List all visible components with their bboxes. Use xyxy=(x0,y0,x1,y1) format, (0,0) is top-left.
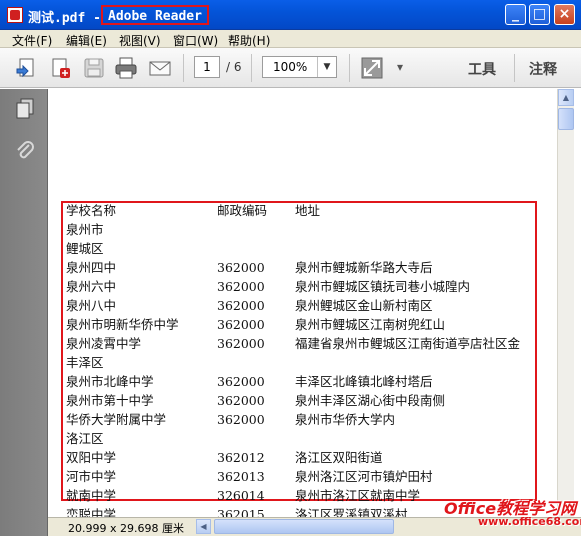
menu-bar: 文件(F) 编辑(E) 视图(V) 窗口(W) 帮助(H) xyxy=(0,30,581,48)
save-icon[interactable] xyxy=(82,56,106,80)
table-cell-address: 丰泽区北峰镇北峰村塔后 xyxy=(295,374,433,389)
menu-file[interactable]: 文件(F) xyxy=(12,32,52,49)
table-cell-school: 泉州六中 xyxy=(66,279,117,294)
table-cell-address: 泉州鲤城区金山新村南区 xyxy=(295,298,433,313)
table-cell-school: 泉州市 xyxy=(66,222,104,237)
table-cell-address: 福建省泉州市鲤城区江南街道亭店社区金 xyxy=(295,336,521,351)
page-size-readout: 20.999 x 29.698 厘米 xyxy=(68,522,184,535)
open-file-icon[interactable] xyxy=(15,56,39,80)
table-cell-postcode: 362000 xyxy=(217,279,265,294)
table-cell-postcode: 326014 xyxy=(217,488,265,503)
tools-button[interactable]: 工具 xyxy=(468,59,496,79)
table-cell-school: 华侨大学附属中学 xyxy=(66,412,167,427)
menu-view[interactable]: 视图(V) xyxy=(119,32,161,49)
toolbar-separator xyxy=(251,54,252,82)
table-header-postcode: 邮政编码 xyxy=(217,203,268,218)
toolbar-separator xyxy=(349,54,350,82)
table-cell-school: 泉州市第十中学 xyxy=(66,393,154,408)
menu-window[interactable]: 窗口(W) xyxy=(173,32,218,49)
table-cell-postcode: 362012 xyxy=(217,450,265,465)
toolbar-separator xyxy=(183,54,184,82)
table-cell-school: 泉州四中 xyxy=(66,260,117,275)
table-cell-postcode: 362013 xyxy=(217,469,265,484)
table-cell-school: 河市中学 xyxy=(66,469,117,484)
table-cell-school: 泉州市明新华侨中学 xyxy=(66,317,179,332)
table-cell-school: 鲤城区 xyxy=(66,241,104,256)
scroll-up-button[interactable]: ▲ xyxy=(558,89,574,106)
table-cell-postcode: 362000 xyxy=(217,336,265,351)
window-title-file: 测试.pdf - xyxy=(28,11,109,26)
table-cell-postcode: 362015 xyxy=(217,507,265,517)
table-cell-postcode: 362000 xyxy=(217,260,265,275)
scroll-left-button[interactable]: ◀ xyxy=(196,519,211,534)
pages-panel-icon[interactable] xyxy=(14,97,36,119)
table-cell-postcode: 362000 xyxy=(217,374,265,389)
comment-button[interactable]: 注释 xyxy=(529,59,557,79)
toolbar-separator xyxy=(514,54,515,82)
page-total: / 6 xyxy=(226,60,242,74)
table-cell-school: 泉州凌霄中学 xyxy=(66,336,142,351)
minimize-button[interactable]: _ xyxy=(505,4,526,25)
horizontal-scroll-thumb[interactable] xyxy=(214,519,394,534)
document-page: 学校名称 邮政编码 地址泉州市鲤城区泉州四中 362000 泉州市鲤城新华路大寺后泉州六… xyxy=(48,89,557,517)
table-cell-address: 泉州市华侨大学内 xyxy=(295,412,396,427)
table-cell-school: 丰泽区 xyxy=(66,355,104,370)
email-icon[interactable] xyxy=(148,56,172,80)
maximize-button[interactable]: □ xyxy=(529,4,550,25)
table-header-school: 学校名称 xyxy=(66,203,117,218)
zoom-dropdown-arrow[interactable]: ▼ xyxy=(317,57,336,77)
title-bar: 测试.pdf - Adobe Reader _ □ × xyxy=(0,0,581,30)
site-watermark: Office教程学习网 www.office68.com xyxy=(438,495,581,536)
table-cell-address: 洛江区罗溪镇双溪村 xyxy=(295,507,408,517)
toolbar: 1 / 6 100% ▼ ▾ 工具 注释 xyxy=(0,48,581,88)
table-cell-school: 就南中学 xyxy=(66,488,117,503)
vertical-scrollbar[interactable]: ▲ xyxy=(557,89,574,517)
menu-edit[interactable]: 编辑(E) xyxy=(66,32,107,49)
vertical-scroll-thumb[interactable] xyxy=(558,108,574,130)
attachments-paperclip-icon[interactable] xyxy=(14,139,36,161)
more-tools-arrow[interactable]: ▾ xyxy=(397,60,403,74)
table-cell-school: 洛江区 xyxy=(66,431,104,446)
table-cell-school: 泉州八中 xyxy=(66,298,117,313)
menu-help[interactable]: 帮助(H) xyxy=(228,32,270,49)
table-cell-address: 泉州丰泽区湖心街中段南侧 xyxy=(295,393,446,408)
table-cell-address: 泉州市鲤城区江南树兜红山 xyxy=(295,317,446,332)
window-title-app: Adobe Reader xyxy=(101,5,209,25)
table-cell-postcode: 362000 xyxy=(217,393,265,408)
watermark-url: www.office68.com xyxy=(478,515,581,528)
table-cell-postcode: 362000 xyxy=(217,298,265,313)
close-button[interactable]: × xyxy=(554,4,575,25)
fit-window-icon[interactable] xyxy=(360,56,384,80)
table-cell-postcode: 362000 xyxy=(217,317,265,332)
table-cell-school: 双阳中学 xyxy=(66,450,117,465)
table-cell-address: 泉州市鲤城区镇抚司巷小城隍内 xyxy=(295,279,471,294)
table-cell-school: 峦聪中学 xyxy=(66,507,117,517)
table-header-address: 地址 xyxy=(295,203,321,218)
table-cell-address: 洛江区双阳街道 xyxy=(295,450,383,465)
table-cell-school: 泉州市北峰中学 xyxy=(66,374,154,389)
adobe-reader-icon xyxy=(7,7,23,23)
table-cell-postcode: 362000 xyxy=(217,412,265,427)
table-cell-address: 泉州市洛江区就南中学 xyxy=(295,488,421,503)
table-cell-address: 泉州市鲤城新华路大寺后 xyxy=(295,260,433,275)
table-cell-address: 泉州洛江区河市镇炉田村 xyxy=(295,469,433,484)
zoom-value: 100% xyxy=(273,60,308,74)
page-number-input[interactable]: 1 xyxy=(194,56,220,78)
create-pdf-icon[interactable] xyxy=(49,56,73,80)
navigation-panel xyxy=(0,89,48,536)
print-icon[interactable] xyxy=(114,56,138,80)
